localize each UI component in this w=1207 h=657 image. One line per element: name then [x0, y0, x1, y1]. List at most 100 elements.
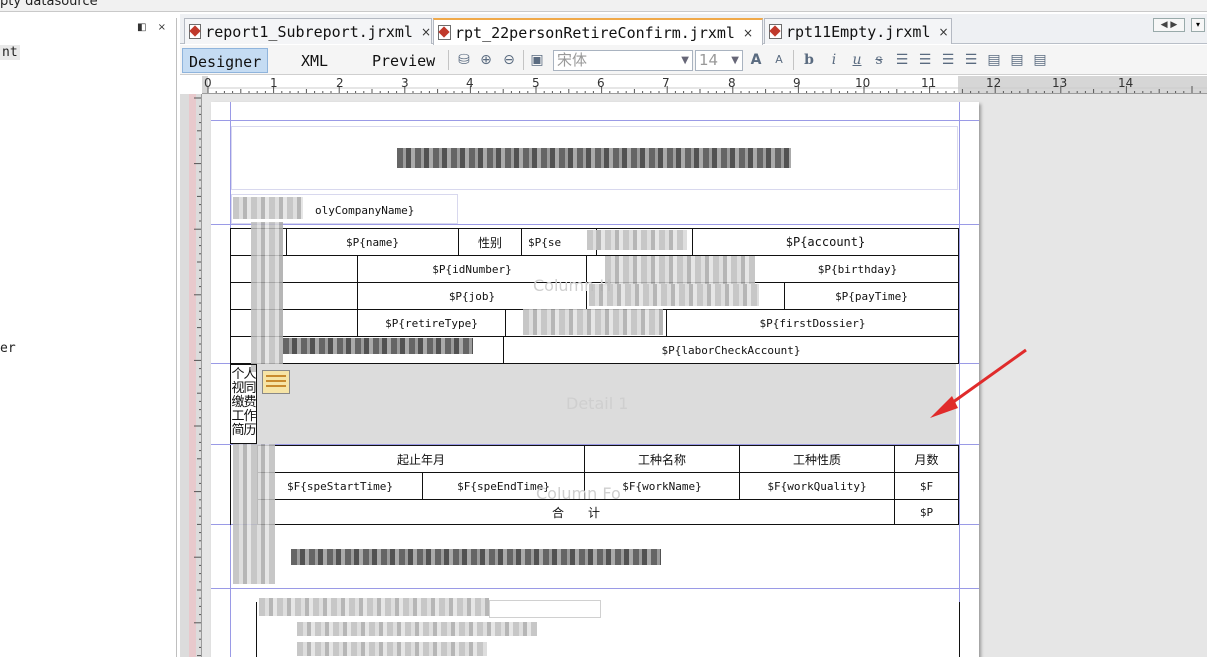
toolbar-separator	[448, 50, 449, 70]
name-field[interactable]: $P{name}	[286, 228, 459, 256]
summary-right-border	[959, 602, 960, 657]
ruler-number: 4	[466, 76, 474, 90]
close-icon[interactable]: ×	[421, 25, 431, 39]
tab-scroll-arrows-icon[interactable]: ◀ ▶	[1153, 18, 1185, 32]
toolbar-separator	[793, 50, 794, 70]
chevron-down-icon: ▼	[681, 55, 689, 66]
align-left-icon[interactable]: ☰	[893, 51, 911, 69]
total-label[interactable]: 合 计	[257, 499, 895, 525]
band-separator	[211, 224, 979, 225]
pay-time-field[interactable]: $P{payTime}	[784, 282, 959, 310]
sex-field[interactable]: $P{se	[521, 228, 597, 256]
title-text-redacted	[397, 148, 791, 168]
months-field[interactable]: $F	[894, 472, 959, 500]
top-strip: pty datasource	[0, 0, 1207, 12]
tab-rpt11-empty[interactable]: rpt11Empty.jrxml ×	[764, 18, 952, 44]
report-editor: report1_Subreport.jrxml × rpt_22personRe…	[180, 14, 1207, 657]
retire-type-field[interactable]: $P{retireType}	[357, 309, 506, 337]
ruler-number: 0	[204, 76, 212, 90]
redacted-block	[233, 444, 275, 584]
redacted-block	[297, 622, 537, 636]
align-middle-icon[interactable]: ▤	[1008, 51, 1026, 69]
detail-band-label: Detail 1	[566, 394, 629, 413]
vertical-ruler	[180, 94, 202, 657]
toolbar-separator	[523, 50, 524, 70]
birthday-field[interactable]: $P{birthday}	[757, 255, 959, 283]
redacted-block	[283, 338, 473, 354]
zoom-out-icon[interactable]: ⊖	[500, 51, 518, 69]
summary-left-border	[256, 602, 257, 657]
top-strip-text: pty datasource	[0, 0, 98, 9]
band-separator	[211, 120, 979, 121]
inspector-item-selected[interactable]: nt	[0, 45, 20, 60]
strikethrough-icon[interactable]: s	[870, 51, 888, 69]
company-field[interactable]: olyCompanyName}	[315, 204, 414, 217]
work-quality-header[interactable]: 工种性质	[739, 445, 895, 473]
ruler-number: 6	[597, 76, 605, 90]
tab-list-dropdown-icon[interactable]: ▾	[1191, 18, 1205, 32]
total-field[interactable]: $P	[894, 499, 959, 525]
ruler-number: 12	[986, 76, 1002, 90]
increase-font-icon[interactable]: A	[747, 51, 765, 69]
preview-view-button[interactable]: Preview	[366, 48, 441, 73]
band-separator	[211, 588, 979, 589]
side-label-col2: 人同费作历	[243, 367, 257, 438]
first-dossier-field[interactable]: $P{firstDossier}	[666, 309, 959, 337]
work-name-header[interactable]: 工种名称	[584, 445, 740, 473]
ruler-number: 9	[793, 76, 801, 90]
xml-view-button[interactable]: XML	[295, 48, 334, 73]
work-quality-field[interactable]: $F{workQuality}	[739, 472, 895, 500]
inspector-item[interactable]: er	[0, 341, 16, 356]
ruler-number: 8	[728, 76, 736, 90]
ruler-number: 13	[1052, 76, 1068, 90]
decrease-font-icon[interactable]: A	[770, 51, 788, 69]
report-page: olyCompanyName} $P{name} 性别 $P{se $P{acc…	[211, 102, 979, 657]
italic-icon[interactable]: i	[825, 51, 843, 69]
design-canvas[interactable]: olyCompanyName} $P{name} 性别 $P{se $P{acc…	[202, 94, 1207, 657]
font-size-select[interactable]: 14 ▼	[695, 50, 743, 71]
redacted-block	[297, 642, 487, 656]
underline-icon[interactable]: u	[848, 51, 866, 69]
redacted-block	[523, 309, 663, 335]
ruler-number: 10	[855, 76, 871, 90]
summary-textfield[interactable]	[489, 600, 601, 618]
jrxml-file-icon	[438, 25, 451, 40]
designer-toolbar: Designer XML Preview ⛁ ⊕ ⊖ ▣ 宋体 ▼ 14 ▼ A…	[180, 45, 1207, 75]
ruler-number: 3	[401, 76, 409, 90]
subreport-icon[interactable]	[262, 370, 290, 394]
tab-label: rpt_22personRetireConfirm.jrxml	[455, 23, 735, 42]
tab-label: rpt11Empty.jrxml	[786, 22, 931, 41]
ruler-number: 7	[662, 76, 670, 90]
bold-icon[interactable]: b	[800, 51, 818, 69]
redacted-block	[259, 598, 489, 616]
align-bottom-icon[interactable]: ▤	[1031, 51, 1049, 69]
close-icon[interactable]: ×	[743, 26, 753, 40]
period-header[interactable]: 起止年月	[257, 445, 585, 473]
tab-label: report1_Subreport.jrxml	[205, 22, 413, 41]
account-field[interactable]: $P{account}	[692, 228, 959, 256]
align-right-icon[interactable]: ☰	[962, 51, 980, 69]
database-icon[interactable]: ⛁	[455, 51, 473, 69]
tab-rpt22-person-retire-confirm[interactable]: rpt_22personRetireConfirm.jrxml ×	[433, 18, 763, 45]
months-header[interactable]: 月数	[894, 445, 959, 473]
designer-view-button[interactable]: Designer	[182, 48, 269, 73]
report-inspector-panel: ◧ × nt er	[0, 18, 177, 657]
align-top-icon[interactable]: ▤	[985, 51, 1003, 69]
red-arrow-annotation	[930, 348, 1027, 418]
redacted-block	[587, 230, 687, 250]
start-time-field[interactable]: $F{speStartTime}	[257, 472, 423, 500]
sex-label[interactable]: 性别	[458, 228, 522, 256]
editor-tab-bar: report1_Subreport.jrxml × rpt_22personRe…	[180, 14, 1207, 45]
font-size-value: 14	[699, 51, 719, 69]
close-icon[interactable]: ×	[939, 25, 949, 39]
tab-report1-subreport[interactable]: report1_Subreport.jrxml ×	[184, 18, 432, 44]
redacted-block	[589, 284, 759, 306]
align-justify-icon[interactable]: ☰	[916, 51, 934, 69]
font-name-value: 宋体	[557, 51, 588, 69]
labor-check-field[interactable]: $P{laborCheckAccount}	[503, 336, 959, 364]
panel-controls[interactable]: ◧ ×	[137, 22, 170, 33]
align-center-icon[interactable]: ☰	[939, 51, 957, 69]
format-icon[interactable]: ▣	[528, 51, 546, 69]
font-name-select[interactable]: 宋体 ▼	[553, 50, 693, 71]
zoom-in-icon[interactable]: ⊕	[477, 51, 495, 69]
